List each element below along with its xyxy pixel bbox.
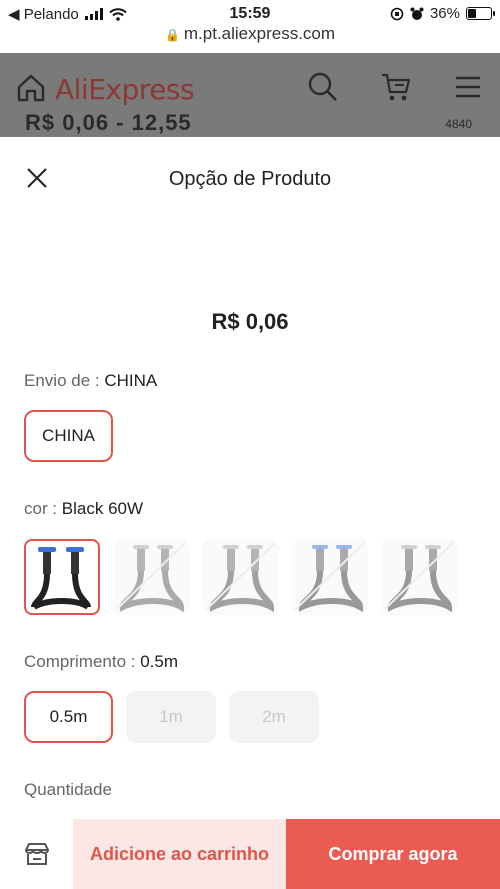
color-swatch-4[interactable] xyxy=(292,539,368,615)
product-option-sheet: Opção de Produto R$ 0,06 Envio de : CHIN… xyxy=(0,137,500,889)
bottom-action-bar: Adicione ao carrinho Comprar agora xyxy=(0,819,500,889)
length-option-0-5m[interactable]: 0.5m xyxy=(24,691,113,743)
search-icon[interactable] xyxy=(307,71,339,103)
color-swatch-3[interactable] xyxy=(203,539,279,615)
color-swatch-5[interactable] xyxy=(381,539,457,615)
color-swatch-2[interactable] xyxy=(113,539,189,615)
store-icon xyxy=(24,843,49,865)
ship-from-label: Envio de : CHINA xyxy=(24,371,158,390)
cable-gray-image xyxy=(384,542,454,613)
status-bar: ◀ Pelando 15:59 36% xyxy=(0,0,500,26)
ship-from-value: CHINA xyxy=(104,371,158,390)
store-button[interactable] xyxy=(0,819,73,889)
length-label: Comprimento : 0.5m xyxy=(24,652,179,671)
length-label-text: Comprimento xyxy=(24,652,127,671)
cable-gray-image xyxy=(295,542,365,613)
ship-from-option-china[interactable]: CHINA xyxy=(24,410,113,462)
ship-from-option-label: CHINA xyxy=(42,426,95,445)
sheet-title: Opção de Produto xyxy=(168,168,332,190)
buy-now-button[interactable]: Comprar agora xyxy=(286,819,500,889)
lock-icon: 🔒 xyxy=(164,28,180,42)
ship-from-label-text: Envio de xyxy=(24,371,91,390)
url-bar[interactable]: 🔒 m.pt.aliexpress.com xyxy=(0,24,500,52)
color-value: Black 60W xyxy=(61,499,144,518)
product-price: R$ 0,06 xyxy=(211,309,289,334)
alarm-icon xyxy=(410,7,424,20)
color-label-text: cor xyxy=(24,499,48,518)
cable-gray-image xyxy=(116,542,186,613)
length-value: 0.5m xyxy=(140,652,179,671)
battery-icon xyxy=(466,7,495,20)
add-to-cart-button[interactable]: Adicione ao carrinho xyxy=(73,819,286,889)
count-peek: 4840 xyxy=(445,117,472,131)
length-option-label: 0.5m xyxy=(49,707,88,726)
battery-fill xyxy=(468,9,476,18)
orientation-lock-icon xyxy=(390,7,404,20)
length-option-2m[interactable]: 2m xyxy=(229,691,319,743)
url-text: m.pt.aliexpress.com xyxy=(183,24,336,43)
length-option-label: 2m xyxy=(262,707,286,726)
cable-gray-image xyxy=(206,542,276,613)
cable-black-image xyxy=(31,547,91,610)
page-header: AliExpress R$ 0,06 - 12,55 4840 xyxy=(0,53,500,137)
length-option-1m[interactable]: 1m xyxy=(126,691,216,743)
menu-icon[interactable] xyxy=(452,71,484,103)
aliexpress-logo[interactable]: AliExpress xyxy=(55,73,195,106)
status-right: 36% xyxy=(390,5,495,22)
battery-percent: 36% xyxy=(429,5,460,22)
quantity-label: Quantidade xyxy=(24,780,112,799)
color-swatch-black-60w[interactable] xyxy=(24,539,100,615)
price-peek: R$ 0,06 - 12,55 xyxy=(25,110,192,135)
length-option-label: 1m xyxy=(159,707,183,726)
cart-icon[interactable] xyxy=(380,71,412,103)
color-label: cor : Black 60W xyxy=(24,499,144,518)
home-icon[interactable] xyxy=(16,73,46,103)
